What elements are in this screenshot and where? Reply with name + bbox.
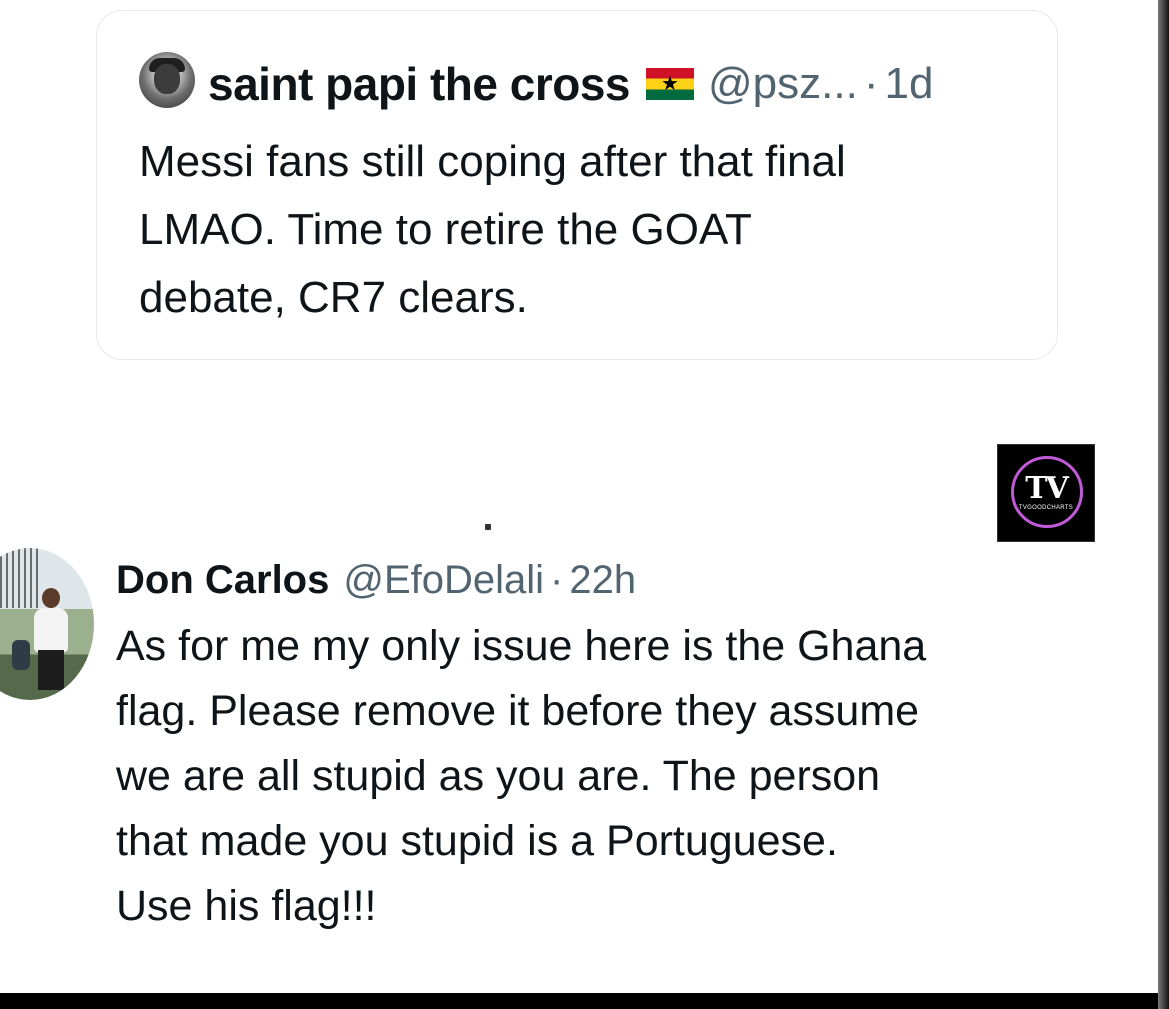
watermark-letters: TV: [1025, 471, 1069, 506]
quoted-timestamp[interactable]: 1d: [884, 59, 933, 109]
quoted-separator: ·: [863, 59, 879, 108]
avatar-man-legs: [38, 650, 64, 690]
quoted-tweet-text: Messi fans still coping after that final…: [139, 137, 846, 322]
watermark-logo: TV TVGOODCHARTS: [997, 444, 1095, 542]
quoted-tweet-header: saint papi the cross ★ @psz... · 1d: [208, 56, 933, 112]
reply-tweet-text: As for me my only issue here is the Ghan…: [116, 622, 927, 930]
avatar-fence-shape: [0, 548, 40, 608]
avatar-man-head: [42, 588, 60, 608]
reply-author-name[interactable]: Don Carlos: [116, 558, 329, 603]
reply-author-handle[interactable]: @EfoDelali: [343, 558, 544, 603]
reply-separator: ·: [550, 557, 564, 602]
screen-edge-shadow: [1158, 0, 1169, 1009]
ghana-flag-icon: ★: [646, 68, 695, 100]
reply-timestamp[interactable]: 22h: [569, 558, 636, 603]
flag-star-icon: ★: [661, 73, 679, 95]
avatar-man-body: [34, 608, 68, 652]
avatar-child-shape: [12, 640, 30, 670]
reply-author-avatar[interactable]: [0, 548, 94, 700]
reply-tweet-header: Don Carlos @EfoDelali · 22h: [116, 552, 636, 608]
quoted-author-avatar[interactable]: [139, 52, 195, 108]
stray-dot: [485, 524, 491, 530]
watermark-subtext: TVGOODCHARTS: [1018, 505, 1074, 511]
screenshot-canvas: saint papi the cross ★ @psz... · 1d Mess…: [0, 0, 1158, 993]
avatar-face-shape: [154, 64, 180, 94]
quoted-author-name[interactable]: saint papi the cross: [208, 57, 631, 111]
quoted-author-handle[interactable]: @psz...: [708, 59, 858, 109]
